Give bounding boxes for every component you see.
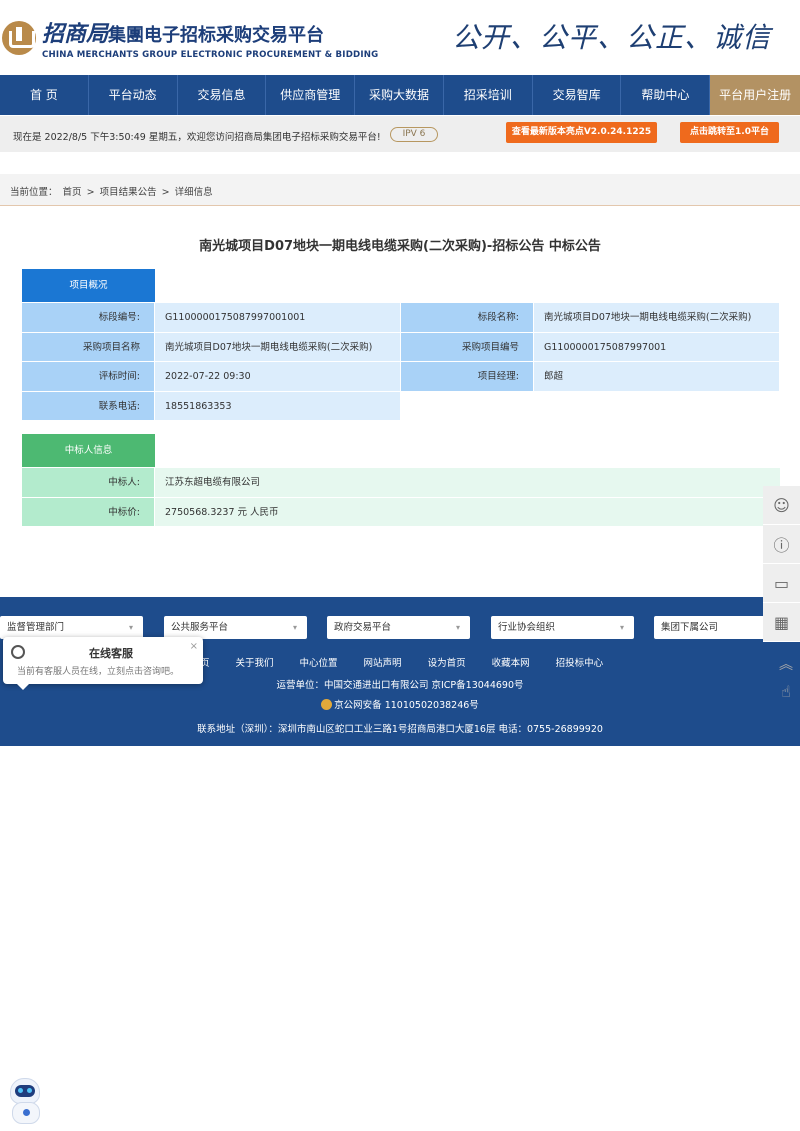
winner-label: 中标人:: [22, 468, 155, 497]
footer-link-bidding-center[interactable]: 招投标中心: [556, 655, 604, 669]
nav-platform-news[interactable]: 平台动态: [89, 75, 178, 115]
table-row: 联系电话: 18551863353: [22, 391, 781, 421]
info-bar: 现在是 2022/8/5 下午3:50:49 星期五，欢迎您访问招商局集团电子招…: [0, 116, 800, 152]
main-nav: 首 页 平台动态 交易信息 供应商管理 采购大数据 招采培训 交易智库 帮助中心…: [0, 75, 800, 115]
chevron-down-icon: ▾: [128, 623, 133, 632]
manager-value: 郎超: [534, 362, 780, 391]
breadcrumb-home[interactable]: 首页: [63, 187, 82, 198]
chat-subtitle: 当前有客服人员在线，立刻点击咨询吧。: [17, 667, 180, 677]
logo-title: 集團电子招标采购交易平台: [108, 25, 325, 46]
help-button[interactable]: ⓘ: [763, 525, 800, 564]
price-value: 2750568.3237 元 人民币: [155, 497, 781, 526]
side-toolbar: ☺ ⓘ ▭ ▦: [763, 486, 800, 642]
industry-association-dropdown[interactable]: 行业协会组织 ▾: [491, 616, 634, 639]
section-no-label: 标段编号:: [22, 303, 155, 332]
footer-link-bookmark[interactable]: 收藏本网: [492, 655, 530, 669]
footer-link-statement[interactable]: 网站声明: [364, 655, 402, 669]
project-no-value: G1100000175087997001: [534, 332, 780, 361]
price-label: 中标价:: [22, 497, 155, 526]
eval-time-value: 2022-07-22 09:30: [155, 362, 401, 391]
empty-cell: [401, 391, 534, 420]
empty-cell: [534, 391, 780, 420]
government-trade-dropdown[interactable]: 政府交易平台 ▾: [327, 616, 470, 639]
question-icon: ⓘ: [773, 536, 790, 555]
phone-label: 联系电话:: [22, 391, 155, 420]
chat-title: 在线客服: [89, 647, 133, 660]
winner-section-header: 中标人信息: [22, 434, 155, 467]
section-name-label: 标段名称:: [401, 303, 534, 332]
nav-trade-info[interactable]: 交易信息: [178, 75, 267, 115]
nav-help-center[interactable]: 帮助中心: [621, 75, 711, 115]
site-logo[interactable]: 招商局集團电子招标采购交易平台 CHINA MERCHANTS GROUP EL…: [2, 16, 378, 60]
nav-procurement-data[interactable]: 采购大数据: [355, 75, 444, 115]
page-title: 南光城项目D07地块一期电线电缆采购(二次采购)-招标公告 中标公告: [199, 239, 601, 254]
notice-content: 南光城项目D07地块一期电线电缆采购(二次采购)-招标公告 中标公告 项目概况 …: [0, 207, 800, 580]
jump-to-v1-button[interactable]: 点击跳转至1.0平台: [680, 122, 779, 143]
footer-links: 页 关于我们 中心位置 网站声明 设为首页 收藏本网 招投标中心: [200, 655, 629, 669]
qrcode-button[interactable]: ▦: [763, 603, 800, 642]
breadcrumb: 当前位置： 首页 > 项目结果公告 > 详细信息: [10, 184, 215, 198]
phone-value: 18551863353: [155, 391, 401, 420]
chevron-down-icon: ▾: [455, 623, 460, 632]
footer-link-about[interactable]: 关于我们: [236, 655, 274, 669]
scroll-top-button[interactable]: ︽: [774, 657, 798, 673]
supervision-dropdown[interactable]: 监督管理部门 ▾: [0, 616, 143, 639]
police-record[interactable]: 京公网安备 11010502038246号: [0, 697, 800, 711]
police-badge-icon: [321, 699, 333, 710]
site-header: 招商局集團电子招标采购交易平台 CHINA MERCHANTS GROUP EL…: [0, 0, 800, 75]
hand-pointer-icon: ☝: [781, 682, 791, 701]
overview-section-header: 项目概况: [22, 269, 155, 302]
headset-icon: [11, 645, 25, 659]
breadcrumb-prefix: 当前位置：: [10, 187, 58, 198]
robot-assistant-icon[interactable]: [4, 1074, 50, 1126]
nav-training[interactable]: 招采培训: [444, 75, 533, 115]
ipv6-badge: IPV 6: [390, 127, 438, 142]
message-icon: ▭: [773, 573, 790, 593]
eval-time-label: 评标时间:: [22, 362, 155, 391]
winner-table: 中标人: 江苏东超电缆有限公司 中标价: 2750568.3237 元 人民币: [22, 468, 781, 527]
section-name-value: 南光城项目D07地块一期电线电缆采购(二次采购): [534, 303, 780, 332]
welcome-text: 现在是 2022/8/5 下午3:50:49 星期五，欢迎您访问招商局集团电子招…: [13, 132, 381, 143]
project-name-value: 南光城项目D07地块一期电线电缆采购(二次采购): [155, 332, 401, 361]
table-row: 中标人: 江苏东超电缆有限公司: [22, 468, 781, 498]
view-new-version-button[interactable]: 查看最新版本亮点V2.0.24.1225: [506, 122, 657, 143]
breadcrumb-separator: >: [161, 187, 170, 198]
winner-value: 江苏东超电缆有限公司: [155, 468, 781, 497]
table-row: 评标时间: 2022-07-22 09:30 项目经理: 郎超: [22, 362, 781, 392]
breadcrumb-detail: 详细信息: [174, 187, 213, 198]
section-no-value: G1100000175087997001001: [155, 303, 401, 332]
chevron-up-icon: ︽: [779, 657, 793, 673]
nav-register[interactable]: 平台用户注册: [710, 75, 800, 115]
table-row: 中标价: 2750568.3237 元 人民币: [22, 497, 781, 527]
manager-label: 项目经理:: [401, 362, 534, 391]
footer-link-set-home[interactable]: 设为首页: [428, 655, 466, 669]
customer-service-button[interactable]: ☺: [763, 486, 800, 525]
qrcode-icon: ▦: [773, 612, 790, 632]
message-button[interactable]: ▭: [763, 564, 800, 603]
breadcrumb-separator: >: [86, 187, 95, 198]
table-row: 标段编号: G1100000175087997001001 标段名称: 南光城项…: [22, 303, 781, 333]
footer-link-location[interactable]: 中心位置: [300, 655, 338, 669]
headset-icon: ☺: [773, 495, 790, 515]
logo-english: CHINA MERCHANTS GROUP ELECTRONIC PROCURE…: [42, 50, 379, 60]
breadcrumb-results[interactable]: 项目结果公告: [100, 187, 157, 198]
close-icon[interactable]: ×: [190, 641, 198, 652]
nav-supplier-management[interactable]: 供应商管理: [266, 75, 356, 115]
chevron-down-icon: ▾: [292, 623, 297, 632]
breadcrumb-bar: 当前位置： 首页 > 项目结果公告 > 详细信息: [0, 174, 800, 206]
chat-popup[interactable]: 在线客服 当前有客服人员在线，立刻点击咨询吧。 ×: [3, 637, 203, 690]
chevron-down-icon: ▾: [619, 623, 624, 632]
public-service-dropdown[interactable]: 公共服务平台 ▾: [164, 616, 307, 639]
logo-brand: 招商局: [42, 21, 109, 47]
project-name-label: 采购项目名称: [22, 332, 155, 361]
overview-table: 标段编号: G1100000175087997001001 标段名称: 南光城项…: [22, 303, 781, 421]
nav-home[interactable]: 首 页: [0, 75, 89, 115]
logo-mark-icon: [2, 21, 36, 55]
nav-think-tank[interactable]: 交易智库: [533, 75, 622, 115]
project-no-label: 采购项目编号: [401, 332, 534, 361]
slogan: 公开、公平、公正、诚信: [452, 21, 772, 54]
table-row: 采购项目名称 南光城项目D07地块一期电线电缆采购(二次采购) 采购项目编号 G…: [22, 332, 781, 362]
contact-address: 联系地址（深圳）：深圳市南山区蛇口工业三路1号招商局港口大厦16层 电话：075…: [197, 724, 603, 735]
